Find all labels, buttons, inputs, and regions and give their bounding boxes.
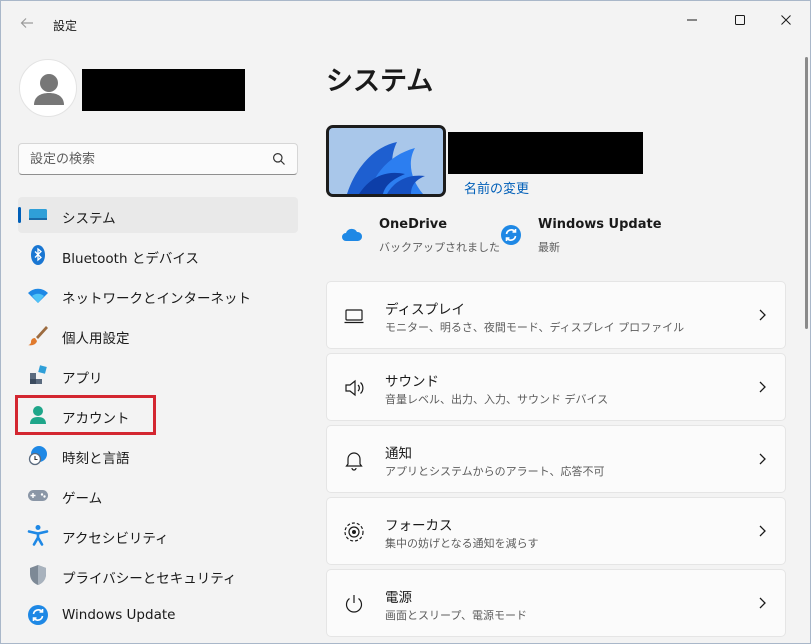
redacted-user-name	[82, 69, 245, 111]
rename-link[interactable]: 名前の変更	[464, 178, 529, 197]
globe-clock-icon	[28, 446, 47, 466]
avatar[interactable]	[19, 59, 77, 117]
card-subtitle: アプリとシステムからのアラート、応答不可	[385, 465, 605, 478]
card-title: フォーカス	[385, 518, 453, 534]
status-title: OneDrive	[379, 217, 448, 232]
card-subtitle: 画面とスリープ、電源モード	[385, 609, 528, 622]
monitor-icon	[29, 209, 47, 220]
chevron-right-icon	[759, 525, 766, 537]
sidebar-item-label: Bluetooth とデバイス	[62, 251, 199, 267]
sidebar-item-apps[interactable]: アプリ	[18, 357, 298, 393]
maximize-icon	[735, 15, 745, 25]
sidebar-item-label: プライバシーとセキュリティ	[62, 571, 237, 587]
accessibility-icon	[27, 525, 49, 546]
back-button[interactable]	[13, 11, 41, 39]
card-subtitle: モニター、明るさ、夜間モード、ディスプレイ プロファイル	[385, 321, 685, 334]
speaker-icon	[345, 379, 364, 397]
focus-icon	[344, 522, 364, 542]
apps-icon	[30, 365, 47, 384]
sidebar-item-label: アプリ	[62, 371, 103, 387]
title-bar: 設定	[1, 1, 810, 49]
sidebar-item-label: アカウント	[62, 411, 130, 427]
bluetooth-icon	[31, 245, 45, 265]
minimize-icon	[687, 19, 697, 21]
back-arrow-icon	[20, 18, 33, 28]
card-sound[interactable]: サウンド 音量レベル、出力、入力、サウンド デバイス	[326, 353, 786, 421]
power-icon	[345, 595, 363, 613]
sidebar-item-time-language[interactable]: 時刻と言語	[18, 437, 298, 473]
sidebar-item-network[interactable]: ネットワークとインターネット	[18, 277, 298, 313]
display-icon	[344, 309, 364, 324]
card-notifications[interactable]: 通知 アプリとシステムからのアラート、応答不可	[326, 425, 786, 493]
scrollbar[interactable]	[805, 57, 808, 329]
shield-icon	[30, 565, 46, 585]
brush-icon	[28, 326, 48, 346]
card-display[interactable]: ディスプレイ モニター、明るさ、夜間モード、ディスプレイ プロファイル	[326, 281, 786, 349]
window-title: 設定	[53, 19, 78, 33]
user-avatar-icon	[34, 74, 64, 105]
search-icon	[273, 153, 285, 165]
search-box[interactable]	[18, 143, 298, 175]
close-button[interactable]	[763, 5, 809, 35]
sidebar-item-accounts[interactable]: アカウント	[18, 397, 298, 433]
card-title: サウンド	[385, 374, 439, 390]
card-focus[interactable]: フォーカス 集中の妨げとなる通知を減らす	[326, 497, 786, 565]
settings-window: 設定 設定の検索 システム Bluetooth とデバイス ネットワークとインタ…	[0, 0, 811, 644]
wallpaper-bloom-icon	[329, 128, 443, 194]
sidebar-item-label: 個人用設定	[62, 331, 130, 347]
sidebar-item-system[interactable]: システム	[18, 197, 298, 233]
selection-indicator	[18, 207, 21, 223]
sidebar-item-label: Windows Update	[62, 607, 176, 623]
chevron-right-icon	[759, 453, 766, 465]
chevron-right-icon	[759, 597, 766, 609]
sidebar-item-personalization[interactable]: 個人用設定	[18, 317, 298, 353]
status-title: Windows Update	[538, 217, 662, 232]
page-title: システム	[326, 66, 434, 97]
status-subtitle: 最新	[538, 241, 560, 254]
card-title: 電源	[385, 590, 412, 606]
sidebar-item-bluetooth[interactable]: Bluetooth とデバイス	[18, 237, 298, 273]
gamepad-icon	[28, 490, 48, 501]
redacted-device-name	[448, 132, 643, 174]
search-input[interactable]	[19, 144, 269, 174]
sidebar-item-label: ゲーム	[62, 491, 103, 507]
chevron-right-icon	[759, 381, 766, 393]
update-icon	[501, 225, 521, 245]
wifi-icon	[28, 288, 48, 303]
card-subtitle: 集中の妨げとなる通知を減らす	[385, 537, 539, 550]
card-title: ディスプレイ	[385, 302, 466, 318]
sidebar-nav: システム Bluetooth とデバイス ネットワークとインターネット 個人用設…	[18, 197, 298, 637]
sidebar-item-label: 時刻と言語	[62, 451, 130, 467]
sidebar-item-privacy[interactable]: プライバシーとセキュリティ	[18, 557, 298, 593]
card-power[interactable]: 電源 画面とスリープ、電源モード	[326, 569, 786, 637]
device-thumbnail	[326, 125, 446, 197]
sidebar-item-accessibility[interactable]: アクセシビリティ	[18, 517, 298, 553]
maximize-button[interactable]	[717, 5, 763, 35]
close-icon	[781, 15, 791, 25]
update-icon	[28, 605, 48, 625]
sidebar-item-label: ネットワークとインターネット	[62, 291, 251, 307]
card-title: 通知	[385, 446, 412, 462]
sidebar-item-label: システム	[62, 211, 116, 227]
person-icon	[30, 406, 46, 424]
sidebar-item-gaming[interactable]: ゲーム	[18, 477, 298, 513]
cloud-icon	[342, 228, 363, 241]
settings-cards: ディスプレイ モニター、明るさ、夜間モード、ディスプレイ プロファイル サウンド…	[326, 281, 786, 641]
bell-icon	[345, 452, 363, 471]
minimize-button[interactable]	[669, 5, 715, 35]
card-subtitle: 音量レベル、出力、入力、サウンド デバイス	[385, 393, 609, 406]
status-subtitle: バックアップされました	[379, 241, 500, 254]
sidebar-item-label: アクセシビリティ	[62, 531, 169, 547]
sidebar-item-windows-update[interactable]: Windows Update	[18, 597, 298, 633]
chevron-right-icon	[759, 309, 766, 321]
